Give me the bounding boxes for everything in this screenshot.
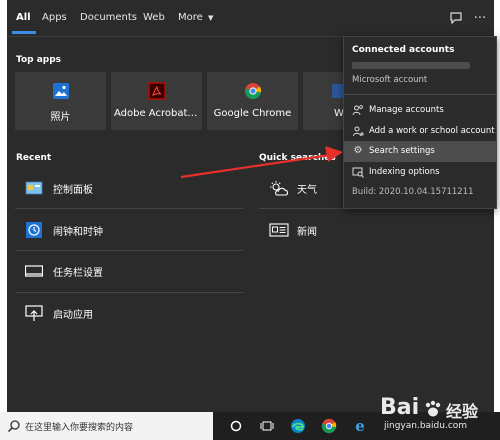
startup-apps-icon	[25, 305, 43, 321]
recent-item-label: 控制面板	[53, 185, 93, 196]
menu-divider	[344, 94, 496, 95]
weather-icon	[270, 181, 289, 196]
recent-separator	[15, 208, 243, 209]
recent-title: Recent	[16, 153, 52, 163]
menu-item-search-settings[interactable]: ⚙ Search settings	[344, 141, 496, 162]
menu-item-label: Search settings	[369, 146, 435, 156]
app-tile-acrobat[interactable]: Adobe Acrobat ...	[111, 72, 202, 130]
feedback-icon[interactable]	[446, 8, 466, 28]
gear-icon: ⚙	[353, 145, 363, 156]
blurred-account-email	[352, 62, 470, 69]
menu-item-manage-accounts[interactable]: Manage accounts	[344, 100, 496, 121]
cortana-icon[interactable]	[226, 416, 246, 436]
tab-more-label: More	[178, 12, 203, 23]
ellipsis-icon[interactable]: ···	[470, 8, 490, 28]
menu-item-label: Add a work or school account	[369, 126, 495, 136]
search-nav: All Apps Documents Web More ▼ ···	[7, 0, 494, 36]
photos-icon	[52, 83, 69, 99]
quick-search-label: 新闻	[297, 227, 317, 238]
control-panel-icon	[25, 181, 43, 195]
recent-item-label: 闹钟和时钟	[53, 227, 103, 238]
recent-item-taskbar-settings[interactable]: 任务栏设置	[15, 251, 243, 291]
news-icon	[269, 223, 289, 237]
recent-item-control-panel[interactable]: 控制面板	[15, 168, 243, 208]
build-number: Build: 2020.10.04.15711211	[352, 187, 474, 197]
tab-all[interactable]: All	[16, 12, 31, 23]
internet-explorer-icon[interactable]: e	[350, 416, 370, 436]
taskbar-settings-icon	[25, 265, 43, 277]
top-apps-title: Top apps	[16, 55, 62, 65]
tab-apps[interactable]: Apps	[42, 12, 67, 23]
app-tile-photos[interactable]: 照片	[15, 72, 106, 130]
menu-title: Connected accounts	[352, 45, 455, 55]
chrome-icon[interactable]	[319, 416, 339, 436]
tab-web[interactable]: Web	[143, 12, 165, 23]
taskbar: 在这里输入你要搜索的内容 e	[0, 412, 500, 440]
menu-item-add-account[interactable]: Add a work or school account	[344, 121, 496, 142]
chrome-icon	[244, 83, 261, 99]
app-label: Adobe Acrobat ...	[114, 108, 201, 119]
app-tile-chrome[interactable]: Google Chrome	[207, 72, 298, 130]
task-view-icon[interactable]	[257, 416, 277, 436]
quick-search-news[interactable]: 新闻	[259, 210, 494, 250]
menu-account-type: Microsoft account	[352, 75, 428, 85]
options-menu: Connected accounts Microsoft account Man…	[343, 36, 497, 209]
tab-documents[interactable]: Documents	[80, 12, 137, 23]
menu-item-indexing-options[interactable]: Indexing options	[344, 162, 496, 183]
active-tab-indicator	[12, 31, 36, 34]
chevron-down-icon: ▼	[207, 14, 214, 22]
recent-item-label: 启动应用	[53, 310, 93, 321]
add-account-icon	[353, 126, 364, 137]
tab-more[interactable]: More ▼	[178, 12, 213, 23]
search-icon	[7, 420, 20, 433]
acrobat-icon	[147, 82, 166, 100]
quick-search-label: 天气	[297, 185, 317, 196]
taskbar-search-box[interactable]: 在这里输入你要搜索的内容	[0, 412, 213, 440]
quick-searches-title: Quick searches	[259, 153, 336, 163]
app-label: 照片	[50, 112, 71, 123]
menu-item-label: Manage accounts	[369, 105, 444, 115]
recent-item-alarms[interactable]: 闹钟和时钟	[15, 210, 243, 250]
indexing-icon	[352, 167, 364, 178]
alarm-clock-icon	[26, 222, 42, 238]
manage-accounts-icon	[352, 105, 363, 116]
edge-icon[interactable]	[288, 416, 308, 436]
recent-item-startup-apps[interactable]: 启动应用	[15, 293, 243, 333]
search-placeholder: 在这里输入你要搜索的内容	[25, 423, 134, 433]
recent-item-label: 任务栏设置	[53, 268, 103, 279]
menu-item-label: Indexing options	[369, 167, 440, 177]
app-label: Google Chrome	[213, 108, 292, 119]
